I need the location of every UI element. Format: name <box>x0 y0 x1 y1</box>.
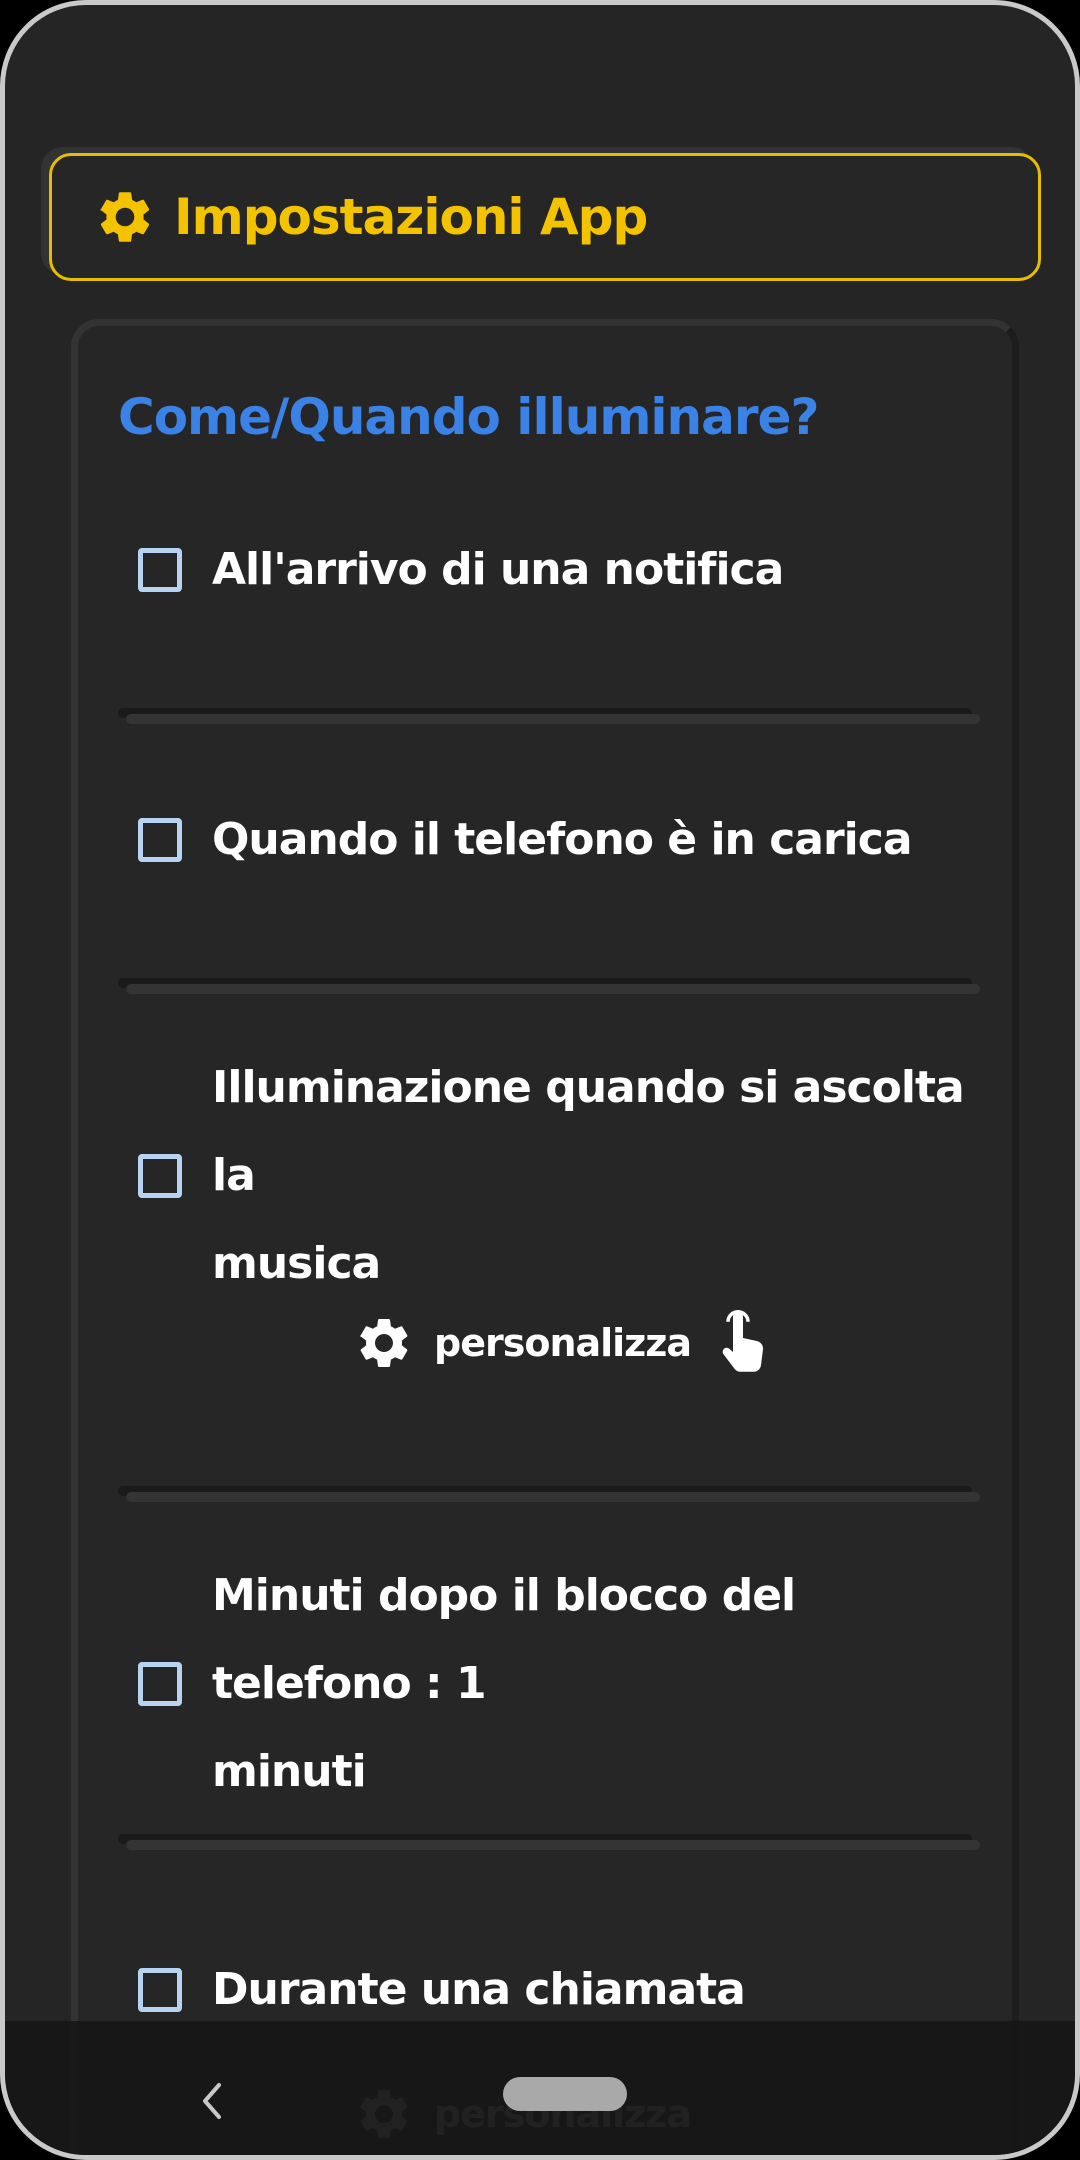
option-music[interactable]: Illuminazione quando si ascolta la music… <box>138 1044 968 1308</box>
checkbox[interactable] <box>138 1968 182 2012</box>
divider <box>118 1486 980 1502</box>
gear-icon <box>100 192 150 242</box>
app-title: Impostazioni App <box>174 188 648 246</box>
option-label: Minuti dopo il blocco del telefono : 1 m… <box>212 1570 796 1797</box>
option-lock-minutes[interactable]: Minuti dopo il blocco del telefono : 1 m… <box>138 1552 968 1816</box>
back-icon[interactable] <box>195 2079 229 2123</box>
navigation-bar <box>5 2021 1075 2155</box>
section-title: Come/Quando illuminare? <box>118 388 819 446</box>
divider <box>118 1834 980 1850</box>
settings-card: Come/Quando illuminare? All'arrivo di un… <box>71 319 1019 2155</box>
phone-screen: Impostazioni App Come/Quando illuminare?… <box>0 0 1080 2160</box>
customize-music-button[interactable]: personalizza <box>354 1308 773 1378</box>
option-label: All'arrivo di una notifica <box>212 544 784 595</box>
divider <box>118 978 980 994</box>
checkbox[interactable] <box>138 818 182 862</box>
pointing-hand-icon <box>722 1310 764 1372</box>
checkbox[interactable] <box>138 1662 182 1706</box>
option-charging[interactable]: Quando il telefono è in carica <box>138 796 968 884</box>
checkbox[interactable] <box>138 1154 182 1198</box>
option-label: Quando il telefono è in carica <box>212 814 913 865</box>
option-notification[interactable]: All'arrivo di una notifica <box>138 526 968 614</box>
gear-icon <box>359 1319 408 1367</box>
customize-label: personalizza <box>434 1321 692 1365</box>
app-header: Impostazioni App <box>49 153 1041 281</box>
home-button[interactable] <box>503 2077 627 2111</box>
checkbox[interactable] <box>138 548 182 592</box>
option-label: Illuminazione quando si ascolta la music… <box>212 1062 965 1289</box>
divider <box>118 708 980 724</box>
